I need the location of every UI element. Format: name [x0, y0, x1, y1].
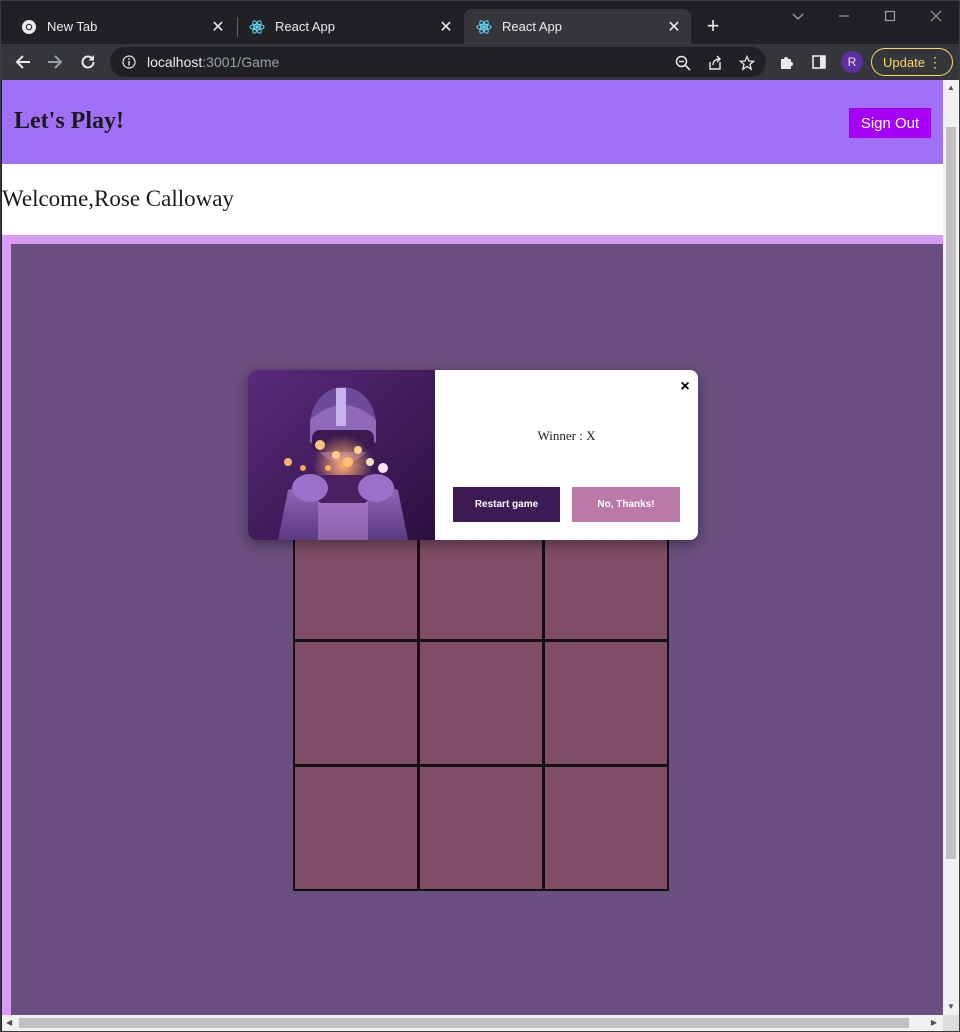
browser-window: New Tab ✕ React App ✕ React App ✕ + loca…: [0, 0, 960, 1032]
game-area: [2, 235, 943, 1015]
board-cell-12[interactable]: [543, 765, 669, 891]
board-cell-10[interactable]: [293, 765, 419, 891]
board-cell-11[interactable]: [418, 765, 544, 891]
share-icon[interactable]: [706, 54, 724, 72]
close-window-icon[interactable]: [921, 5, 951, 29]
site-info-icon[interactable]: [121, 54, 137, 70]
horizontal-scroll-thumb[interactable]: [19, 1018, 909, 1028]
no-thanks-button[interactable]: No, Thanks!: [572, 487, 680, 522]
horizontal-scrollbar[interactable]: ◀ ▶: [2, 1015, 943, 1031]
url-text: localhost:3001/Game: [147, 54, 279, 70]
extensions-puzzle-icon[interactable]: [778, 53, 796, 71]
react-icon: [249, 19, 265, 35]
tab-title: React App: [275, 19, 335, 34]
side-panel-icon[interactable]: [810, 53, 828, 71]
scroll-up-arrow-icon[interactable]: ▲: [947, 83, 955, 92]
forward-arrow-icon[interactable]: [43, 50, 67, 74]
page-viewport: Let's Play! Sign Out Welcome,Rose Callow…: [2, 80, 943, 1015]
browser-toolbar: localhost:3001/Game R Update ⋮: [1, 44, 959, 80]
tab-title: React App: [502, 19, 562, 34]
chrome-icon: [21, 19, 37, 35]
game-board-container: [11, 244, 943, 1015]
sign-out-button[interactable]: Sign Out: [849, 108, 931, 138]
bookmark-star-icon[interactable]: [738, 54, 756, 72]
vertical-scroll-thumb[interactable]: [946, 127, 956, 859]
tab-react-app-active[interactable]: React App ✕: [464, 9, 691, 44]
close-tab-icon[interactable]: ✕: [437, 18, 455, 36]
app-header: Let's Play! Sign Out: [2, 80, 943, 164]
new-tab-button[interactable]: +: [701, 15, 725, 39]
tab-new-tab[interactable]: New Tab ✕: [1, 9, 235, 44]
vr-gamer-illustration: [248, 370, 435, 540]
menu-dots-icon[interactable]: ⋮: [928, 54, 942, 70]
vertical-scrollbar[interactable]: ▲ ▼: [943, 80, 959, 1015]
reload-icon[interactable]: [76, 50, 100, 74]
tab-react-app-1[interactable]: React App ✕: [229, 9, 463, 44]
scroll-right-arrow-icon[interactable]: ▶: [931, 1018, 937, 1027]
restart-game-button[interactable]: Restart game: [453, 487, 560, 522]
board-cell-7[interactable]: [293, 640, 419, 766]
back-arrow-icon[interactable]: [11, 50, 35, 74]
winner-modal: × Winner : X Restart game No, Thanks!: [248, 370, 698, 540]
maximize-icon[interactable]: [875, 5, 905, 29]
update-label: Update: [883, 54, 925, 70]
url-host: localhost: [147, 54, 203, 70]
profile-avatar[interactable]: R: [841, 51, 863, 73]
welcome-text: Welcome,Rose Calloway: [2, 186, 234, 211]
page-title: Let's Play!: [14, 108, 124, 134]
tab-title: New Tab: [47, 19, 98, 34]
close-icon[interactable]: ×: [676, 378, 694, 396]
scroll-down-arrow-icon[interactable]: ▼: [947, 1002, 955, 1011]
scrollbar-corner: [943, 1015, 959, 1031]
tab-search-icon[interactable]: [783, 5, 813, 29]
zoom-out-icon[interactable]: [674, 54, 692, 72]
board-cell-8[interactable]: [418, 640, 544, 766]
minimize-icon[interactable]: [829, 5, 859, 29]
address-bar[interactable]: localhost:3001/Game: [110, 47, 766, 77]
winner-message: Winner : X: [537, 428, 596, 443]
close-tab-icon[interactable]: ✕: [209, 18, 227, 36]
board-cell-9[interactable]: [543, 640, 669, 766]
update-button[interactable]: Update ⋮: [871, 48, 953, 76]
scroll-left-arrow-icon[interactable]: ◀: [6, 1018, 12, 1027]
react-icon: [476, 19, 492, 35]
tab-strip: New Tab ✕ React App ✕ React App ✕ +: [1, 1, 959, 44]
url-path: :3001/Game: [202, 54, 280, 70]
close-tab-icon[interactable]: ✕: [665, 18, 683, 36]
